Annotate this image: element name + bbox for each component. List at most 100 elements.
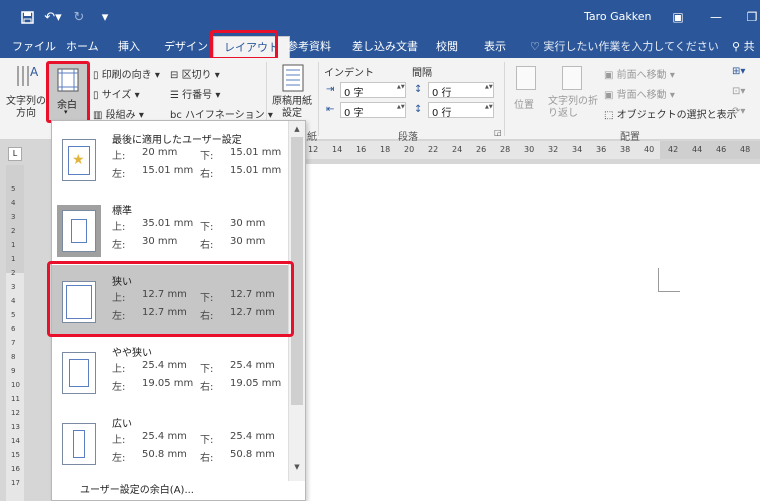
- restore-icon[interactable]: ❐: [738, 7, 760, 27]
- tab-design[interactable]: デザイン: [164, 38, 208, 54]
- margin-label-top: 上:: [112, 435, 126, 446]
- undo-icon[interactable]: ↶▾: [42, 8, 64, 26]
- align-icon[interactable]: ⊞▾: [732, 66, 745, 77]
- tab-home[interactable]: ホーム: [66, 38, 99, 54]
- tab-review[interactable]: 校閲: [436, 38, 458, 54]
- ruler-tick: 5: [11, 311, 16, 319]
- svg-text:A: A: [30, 65, 39, 79]
- ruler-tick: 1: [11, 255, 16, 263]
- ruler-tick: 34: [572, 145, 583, 154]
- margin-label-bottom: 下:: [200, 151, 214, 162]
- ruler-tick: 12: [11, 409, 20, 417]
- hyphenation-button[interactable]: bc ハイフネーション ▾: [170, 106, 273, 121]
- wrap-text-button[interactable]: 文字列の折 り返し: [548, 96, 598, 120]
- position-icon: [516, 66, 536, 90]
- margin-option-title: 最後に適用したユーザー設定: [112, 135, 242, 146]
- vertical-ruler[interactable]: 5 4 3 2 1 1 2 3 4 5 6 7 8 9 10 11 12 13 14 15 16 17: [6, 165, 24, 501]
- tell-me-search[interactable]: ♡ 実行したい作業を入力してください: [530, 38, 719, 54]
- divider: [318, 62, 319, 136]
- spacing-after-input[interactable]: 0 行: [428, 102, 494, 119]
- breaks-button[interactable]: ⊟ 区切り ▾: [170, 66, 220, 81]
- spacing-before-input[interactable]: 0 行: [428, 82, 494, 99]
- minimize-icon[interactable]: —: [702, 7, 730, 27]
- share-label: 共: [743, 40, 755, 53]
- group-icon[interactable]: ⊡▾: [732, 86, 745, 97]
- breaks-icon: ⊟: [170, 70, 182, 81]
- layout-tab-highlight: [210, 30, 278, 60]
- document-page[interactable]: [306, 164, 760, 501]
- ruler-tick: 5: [11, 185, 16, 193]
- line-numbers-button[interactable]: ☰ 行番号 ▾: [170, 86, 220, 101]
- margin-value-top: 25.4 mm: [142, 431, 187, 442]
- send-backward-button[interactable]: ▣ 背面へ移動 ▾: [604, 86, 675, 101]
- margin-option-last-custom[interactable]: ★ 最後に適用したユーザー設定 上: 20 mm 下: 15.01 mm 左: 15.01 m…: [52, 123, 288, 193]
- margin-label-left: 左:: [112, 453, 126, 464]
- ruler-tick: 8: [11, 353, 16, 361]
- divider: [504, 62, 505, 136]
- tab-file[interactable]: ファイル: [12, 38, 56, 54]
- indent-label: インデント: [324, 68, 374, 79]
- indent-right-icon: ⇤: [326, 104, 335, 115]
- scroll-down-icon[interactable]: ▼: [291, 461, 303, 473]
- scroll-up-icon[interactable]: ▲: [291, 123, 303, 135]
- ruler-tick: 22: [428, 145, 439, 154]
- tab-insert[interactable]: 挿入: [118, 38, 140, 54]
- ribbon-tabs: ファイル ホーム 挿入 デザイン レイアウト 参考資料 差し込み文書 校閲 表示…: [0, 34, 760, 60]
- ruler-tick: 44: [692, 145, 703, 154]
- text-direction-button[interactable]: 文字列の 方向: [6, 96, 46, 120]
- ruler-tick: 42: [668, 145, 679, 154]
- ruler-tick: 3: [11, 283, 16, 291]
- tab-references[interactable]: 参考資料: [287, 38, 331, 54]
- margin-preview-icon: [62, 423, 96, 465]
- margin-label-right: 右:: [200, 382, 214, 393]
- ruler-tick: 13: [11, 423, 20, 431]
- redo-icon[interactable]: ↻: [68, 8, 90, 26]
- tab-view[interactable]: 表示: [484, 38, 506, 54]
- margin-value-left: 15.01 mm: [142, 165, 194, 176]
- margin-option-wide[interactable]: 広い 上: 25.4 mm 下: 25.4 mm 左: 50.8 mm 右: 50.8 mm: [52, 407, 288, 477]
- rotate-icon[interactable]: ⟳▾: [732, 106, 745, 117]
- ruler-tick: 12: [308, 145, 319, 154]
- bring-forward-button[interactable]: ▣ 前面へ移動 ▾: [604, 66, 675, 81]
- orientation-icon: ▯: [93, 70, 102, 81]
- selection-pane-label: オブジェクトの選択と表示: [616, 110, 737, 121]
- tell-me-text: 実行したい作業を入力してください: [543, 40, 719, 53]
- columns-button[interactable]: ▥ 段組み ▾: [93, 106, 144, 121]
- indent-left-input[interactable]: 0 字: [340, 82, 406, 99]
- ribbon-display-options-icon[interactable]: ▣: [664, 7, 692, 27]
- ruler-tick: 36: [596, 145, 607, 154]
- ruler-tick: 7: [11, 339, 16, 347]
- customize-qat-icon[interactable]: ▾: [94, 8, 116, 26]
- position-button[interactable]: 位置: [514, 96, 534, 111]
- horizontal-ruler[interactable]: 12 14 16 18 20 22 24 26 28 30 32 34 36 38 40 42 44 46 48: [300, 141, 760, 159]
- indent-right-input[interactable]: 0 字: [340, 102, 406, 119]
- margin-value-right: 30 mm: [230, 236, 266, 247]
- paragraph-dialog-launcher-icon[interactable]: ◲: [494, 128, 502, 137]
- custom-margins-button[interactable]: ユーザー設定の余白(A)...: [80, 481, 194, 496]
- wrap-text-icon: [562, 66, 582, 90]
- margin-label-right: 右:: [200, 169, 214, 180]
- margin-label-right: 右:: [200, 240, 214, 251]
- margin-label-left: 左:: [112, 240, 126, 251]
- text-direction-icon: A: [14, 62, 40, 90]
- ruler-tick: 26: [476, 145, 487, 154]
- margin-value-top: 20 mm: [142, 147, 178, 158]
- ruler-tick: 2: [11, 227, 16, 235]
- orientation-button[interactable]: ▯ 印刷の向き ▾: [93, 66, 160, 81]
- size-button[interactable]: ▯ サイズ ▾: [93, 86, 140, 101]
- ruler-tick: 20: [404, 145, 415, 154]
- manuscript-button[interactable]: 原稿用紙 設定: [272, 96, 312, 120]
- user-name[interactable]: Taro Gakken: [584, 10, 652, 23]
- selection-pane-button[interactable]: ⬚ オブジェクトの選択と表示: [604, 106, 737, 121]
- save-icon[interactable]: [16, 8, 38, 26]
- margin-label-bottom: 下:: [200, 435, 214, 446]
- margin-option-moderate[interactable]: やや狭い 上: 25.4 mm 下: 25.4 mm 左: 19.05 mm 右: 19.05 …: [52, 336, 288, 406]
- margin-option-normal[interactable]: 標準 上: 35.01 mm 下: 30 mm 左: 30 mm 右: 30 mm: [52, 194, 288, 264]
- selection-pane-icon: ⬚: [604, 110, 617, 121]
- share-button[interactable]: ⚲ 共: [732, 38, 755, 54]
- margin-label-left: 左:: [112, 169, 126, 180]
- line-numbers-icon: ☰: [170, 90, 183, 101]
- tab-mailings[interactable]: 差し込み文書: [352, 38, 418, 54]
- margin-option-title: 広い: [112, 419, 132, 430]
- tab-selector[interactable]: L: [8, 147, 22, 161]
